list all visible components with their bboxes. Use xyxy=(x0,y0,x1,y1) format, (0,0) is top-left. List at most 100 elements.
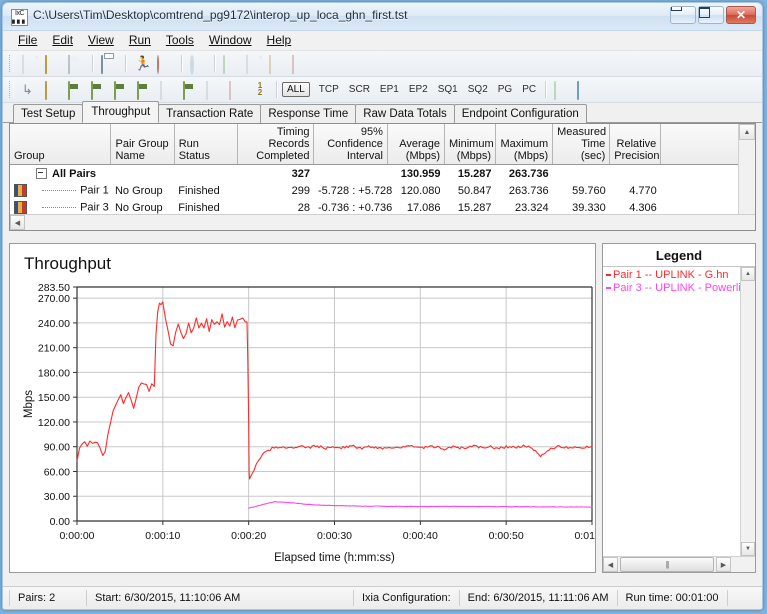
legend-item-pair-1[interactable]: Pair 1 -- UPLINK - G.hn xyxy=(603,269,755,282)
multicast-group-button[interactable] xyxy=(88,79,110,100)
cell-minimum: 50.847 xyxy=(457,184,492,197)
svg-text:0:00:30: 0:00:30 xyxy=(317,530,352,542)
table-row[interactable]: All Pairs 327 130.959 15.287 263.736 xyxy=(10,165,745,183)
stop-test-button[interactable] xyxy=(154,53,176,74)
bar-chart-icon xyxy=(14,201,27,214)
tab-test-setup[interactable]: Test Setup xyxy=(13,104,84,123)
delete-button[interactable] xyxy=(289,53,311,74)
toolbar-grip[interactable] xyxy=(9,81,14,98)
tab-transaction-rate[interactable]: Transaction Rate xyxy=(158,104,262,123)
filter-sq2-button[interactable]: SQ2 xyxy=(463,83,493,96)
scroll-up-icon[interactable]: ▲ xyxy=(741,267,755,281)
voip-pair-button[interactable] xyxy=(134,79,156,100)
ixchariot-icon: IxC ▖▖▖ xyxy=(11,9,28,26)
filter-scr-button[interactable]: SCR xyxy=(344,83,375,96)
cell-maximum: 263.736 xyxy=(508,167,549,180)
menu-view[interactable]: View xyxy=(81,32,122,49)
filter-pg-button[interactable]: PG xyxy=(493,83,517,96)
filter-sq1-button[interactable]: SQ1 xyxy=(433,83,463,96)
scroll-right-icon[interactable]: ▶ xyxy=(716,557,731,572)
menu-file[interactable]: File xyxy=(11,32,45,49)
tab-throughput[interactable]: Throughput xyxy=(82,101,160,123)
col-timing-records[interactable]: Timing Records Completed xyxy=(237,124,315,165)
cell-group[interactable]: Pair 1 xyxy=(10,182,111,199)
svg-text:270.00: 270.00 xyxy=(38,293,70,305)
legend-vertical-scrollbar[interactable]: ▲ ▼ xyxy=(740,267,755,556)
filter-all-button[interactable]: ALL xyxy=(282,82,310,97)
video-pair-button[interactable] xyxy=(65,79,87,100)
report-button[interactable] xyxy=(574,79,596,100)
add-pair-button[interactable] xyxy=(180,79,202,100)
tab-raw-data-totals[interactable]: Raw Data Totals xyxy=(355,104,455,123)
menu-edit[interactable]: Edit xyxy=(45,32,81,49)
ixia-configuration: Ixia Configuration: xyxy=(354,590,460,606)
col-maximum[interactable]: Maximum (Mbps) xyxy=(495,124,554,165)
tree-collapse-icon[interactable] xyxy=(36,168,47,180)
validate-button[interactable] xyxy=(220,53,242,74)
col-confidence-interval[interactable]: 95% Confidence Interval xyxy=(313,124,388,165)
tab-endpoint-configuration[interactable]: Endpoint Configuration xyxy=(453,104,587,123)
menu-help[interactable]: Help xyxy=(260,32,300,49)
col-group[interactable]: Group xyxy=(10,124,112,165)
col-measured-time[interactable]: Measured Time (sec) xyxy=(552,124,611,165)
toolbar-separator xyxy=(92,55,94,72)
col-minimum[interactable]: Minimum (Mbps) xyxy=(444,124,497,165)
endpoint-pair-button[interactable]: ↳ xyxy=(19,79,41,100)
throughput-chart-panel[interactable]: Throughput 0.00 30.00 60.00 90.00 120.00 150.… xyxy=(9,243,596,573)
col-average[interactable]: Average (Mbps) xyxy=(387,124,446,165)
chart-area: Throughput 0.00 30.00 60.00 90.00 120.00 150.… xyxy=(9,243,756,573)
col-relative-precision[interactable]: Relative Precision xyxy=(609,124,662,165)
tab-strip: Test Setup Throughput Transaction Rate R… xyxy=(3,101,762,123)
col-run-status[interactable]: Run Status xyxy=(174,124,238,165)
pairs-count: Pairs: 2 xyxy=(9,590,87,606)
menu-tools[interactable]: Tools xyxy=(159,32,202,49)
save-button[interactable] xyxy=(65,53,87,74)
col-measured-time-label: Measured Time (sec) xyxy=(557,126,607,162)
scroll-left-icon[interactable]: ◀ xyxy=(603,557,618,572)
legend-horizontal-scrollbar[interactable]: ◀ ||| ▶ xyxy=(603,556,755,572)
refresh-icon xyxy=(190,53,206,75)
edit-script-button[interactable] xyxy=(157,79,179,100)
close-button[interactable]: ✕ xyxy=(726,6,756,24)
copy-button[interactable] xyxy=(243,53,265,74)
grid-horizontal-scrollbar[interactable]: ◀ xyxy=(10,214,755,230)
toolbar-separator xyxy=(125,55,127,72)
new-document-button[interactable] xyxy=(19,53,41,74)
tree-line xyxy=(42,190,77,191)
one-two-sort-icon: 12 xyxy=(257,80,263,97)
col-minimum-label: Minimum (Mbps) xyxy=(449,138,494,162)
clock-button[interactable] xyxy=(226,79,248,100)
print-button[interactable] xyxy=(98,53,120,74)
cell-filler xyxy=(661,182,745,199)
refresh-button[interactable] xyxy=(187,53,209,75)
sort-button[interactable]: 12 xyxy=(249,79,271,100)
filter-ep1-button[interactable]: EP1 xyxy=(375,83,404,96)
menu-run[interactable]: Run xyxy=(122,32,159,49)
vo-ip-pair-button[interactable] xyxy=(111,79,133,100)
filter-tcp-button[interactable]: TCP xyxy=(314,83,344,96)
cell-group[interactable]: All Pairs xyxy=(10,165,111,183)
tab-response-time[interactable]: Response Time xyxy=(260,104,357,123)
svg-text:240.00: 240.00 xyxy=(38,318,70,330)
scroll-thumb[interactable]: ||| xyxy=(620,557,714,572)
open-file-button[interactable] xyxy=(42,53,64,74)
scroll-left-icon[interactable]: ◀ xyxy=(10,215,25,230)
music-button[interactable] xyxy=(203,79,225,100)
toolbar-grip[interactable] xyxy=(9,55,14,72)
filter-pc-button[interactable]: PC xyxy=(517,83,541,96)
menu-window[interactable]: Window xyxy=(202,32,260,49)
window-title: C:\Users\Tim\Desktop\comtrend_pg9172\int… xyxy=(33,8,408,22)
scroll-down-icon[interactable]: ▼ xyxy=(741,542,755,556)
col-pair-group-name[interactable]: Pair Group Name xyxy=(110,124,175,165)
table-row[interactable]: Pair 1 No Group Finished 299 -5.728 : +5… xyxy=(10,182,745,199)
run-test-button[interactable]: 🏃 xyxy=(131,53,153,74)
scroll-up-icon[interactable]: ▲ xyxy=(739,124,755,140)
hardware-pair-button[interactable] xyxy=(42,79,64,100)
legend-item-pair-3[interactable]: Pair 3 -- UPLINK - Powerline xyxy=(603,282,755,295)
maximize-button[interactable] xyxy=(698,6,724,24)
throughput-plot: 0.00 30.00 60.00 90.00 120.00 150.00 180.00 210… xyxy=(23,282,595,564)
chart-options-button[interactable] xyxy=(551,79,573,100)
filter-ep2-button[interactable]: EP2 xyxy=(404,83,433,96)
export-button[interactable] xyxy=(266,53,288,74)
minimize-button[interactable] xyxy=(670,6,696,24)
